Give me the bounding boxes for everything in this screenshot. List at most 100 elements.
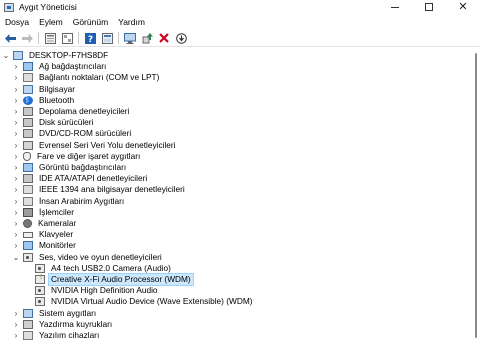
chevron-right-icon[interactable]: › [12, 95, 20, 106]
back-icon [4, 33, 16, 43]
camera-icon [23, 219, 32, 228]
tree-category[interactable]: › Yazdırma kuyrukları [12, 319, 114, 330]
computer-icon [13, 51, 23, 60]
menu-bar: Dosya Eylem Görünüm Yardım [0, 15, 480, 28]
chevron-right-icon[interactable]: › [12, 128, 20, 139]
tree-category[interactable]: › IEEE 1394 ana bilgisayar denetleyiciler… [12, 184, 187, 195]
tree-category[interactable]: › Klavyeler [12, 229, 75, 240]
chevron-right-icon[interactable]: › [12, 207, 20, 218]
chevron-right-icon[interactable]: › [12, 229, 20, 240]
ieee1394-icon [23, 185, 33, 195]
back-button[interactable] [3, 32, 17, 45]
show-hidden-button[interactable] [60, 32, 74, 45]
tree-device[interactable]: NVIDIA Virtual Audio Device (Wave Extens… [24, 296, 255, 307]
tree-category[interactable]: › Bluetooth [12, 95, 76, 106]
tree-category[interactable]: › Yazılım cihazları [12, 330, 101, 341]
tree-category[interactable]: › Ağ bağdaştırıcıları [12, 61, 108, 72]
chevron-right-icon[interactable]: › [12, 184, 20, 195]
tree-category[interactable]: › Depolama denetleyicileri [12, 106, 131, 117]
chevron-right-icon[interactable]: › [12, 140, 20, 151]
view-icon [101, 32, 113, 44]
help-button[interactable]: ? [83, 32, 97, 45]
uninstall-icon [159, 33, 169, 43]
tree-item-label: İşlemciler [39, 206, 75, 217]
svg-text:?: ? [87, 35, 92, 44]
chevron-right-icon[interactable]: › [12, 319, 20, 330]
network-adapter-icon [23, 62, 33, 72]
chevron-down-icon[interactable]: ⌄ [12, 252, 20, 263]
tree-category[interactable]: › Sistem aygıtları [12, 308, 98, 319]
tree-category[interactable]: › Görüntü bağdaştırıcıları [12, 162, 128, 173]
tree-item-label: Görüntü bağdaştırıcıları [39, 162, 127, 172]
forward-icon [21, 33, 33, 43]
chevron-right-icon[interactable]: › [12, 218, 20, 229]
audio-device-icon [35, 263, 45, 273]
disable-button[interactable] [174, 32, 188, 45]
view-button[interactable] [100, 32, 114, 45]
tree-device[interactable]: A4 tech USB2.0 Camera (Audio) [24, 263, 173, 274]
chevron-right-icon[interactable]: › [12, 117, 20, 128]
tree-category[interactable]: › İşlemciler [12, 207, 76, 218]
scan-hardware-button[interactable] [123, 32, 137, 45]
processor-icon [23, 207, 33, 217]
vertical-scrollbar[interactable] [472, 47, 480, 350]
chevron-right-icon[interactable]: › [12, 308, 20, 319]
chevron-right-icon[interactable]: › [12, 173, 20, 184]
properties-button[interactable] [43, 32, 57, 45]
tree-category[interactable]: › DVD/CD-ROM sürücüleri [12, 128, 133, 139]
tree-category[interactable]: › Fare ve diğer işaret aygıtları [12, 151, 142, 162]
menu-file[interactable]: Dosya [0, 17, 34, 27]
chevron-right-icon[interactable]: › [12, 162, 20, 173]
toolbar-separator [38, 32, 39, 44]
tree-category[interactable]: › Bağlantı noktaları (COM ve LPT) [12, 72, 161, 83]
device-tree[interactable]: ⌄ DESKTOP-F7HS8DF › Ağ bağdaştırıcıları › Bağ… [0, 50, 472, 350]
update-driver-button[interactable] [140, 32, 154, 45]
tree-category[interactable]: › Monitörler [12, 240, 78, 251]
minimize-icon [391, 6, 399, 8]
tree-device[interactable]: Creative X-Fi Audio Processor (WDM) [24, 273, 194, 286]
tree-category[interactable]: › Evrensel Seri Veri Yolu denetleyicileri [12, 140, 178, 151]
tree-device[interactable]: NVIDIA High Definition Audio [24, 285, 160, 296]
menu-view[interactable]: Görünüm [68, 17, 113, 27]
menu-action[interactable]: Eylem [34, 17, 68, 27]
tree-category[interactable]: › Disk sürücüleri [12, 117, 95, 128]
tree-root[interactable]: ⌄ DESKTOP-F7HS8DF [2, 50, 110, 61]
chevron-down-icon[interactable]: ⌄ [2, 50, 10, 61]
close-button[interactable]: ✕ [446, 0, 480, 14]
scrollbar-thumb[interactable] [475, 53, 477, 338]
chevron-right-icon[interactable]: › [12, 61, 20, 72]
tree-item-label: DVD/CD-ROM sürücüleri [39, 128, 132, 139]
tree-category[interactable]: › İnsan Arabirim Aygıtları [12, 196, 126, 207]
toolbar-separator [78, 32, 79, 44]
tree-item-label: İnsan Arabirim Aygıtları [39, 195, 125, 206]
uninstall-button[interactable] [157, 32, 171, 45]
display-adapter-icon [23, 163, 33, 172]
chevron-right-icon[interactable]: › [12, 84, 20, 95]
tree-item-label: NVIDIA Virtual Audio Device (Wave Extens… [51, 296, 253, 307]
chevron-right-icon[interactable]: › [12, 151, 20, 162]
tree-category[interactable]: › Kameralar [12, 218, 78, 229]
disable-icon [175, 32, 187, 44]
tree-category[interactable]: › Bilgisayar [12, 84, 77, 95]
audio-warning-icon [35, 274, 45, 284]
chevron-right-icon[interactable]: › [12, 72, 20, 83]
disk-drive-icon [23, 118, 33, 128]
tree-item-label: Fare ve diğer işaret aygıtları [37, 150, 141, 161]
bluetooth-icon [23, 95, 33, 105]
software-device-icon [23, 331, 33, 340]
chevron-right-icon[interactable]: › [12, 240, 20, 251]
minimize-button[interactable] [378, 0, 412, 14]
chevron-right-icon[interactable]: › [12, 106, 20, 117]
maximize-button[interactable] [412, 0, 446, 14]
toolbar-separator [118, 32, 119, 44]
tree-category[interactable]: › IDE ATA/ATAPI denetleyicileri [12, 173, 149, 184]
chevron-right-icon[interactable]: › [12, 330, 20, 341]
menu-help[interactable]: Yardım [113, 17, 150, 27]
tree-category-expanded[interactable]: ⌄ Ses, video ve oyun denetleyicileri [12, 252, 164, 263]
chevron-right-icon[interactable]: › [12, 196, 20, 207]
forward-button[interactable] [20, 32, 34, 45]
computer-icon [23, 84, 33, 94]
